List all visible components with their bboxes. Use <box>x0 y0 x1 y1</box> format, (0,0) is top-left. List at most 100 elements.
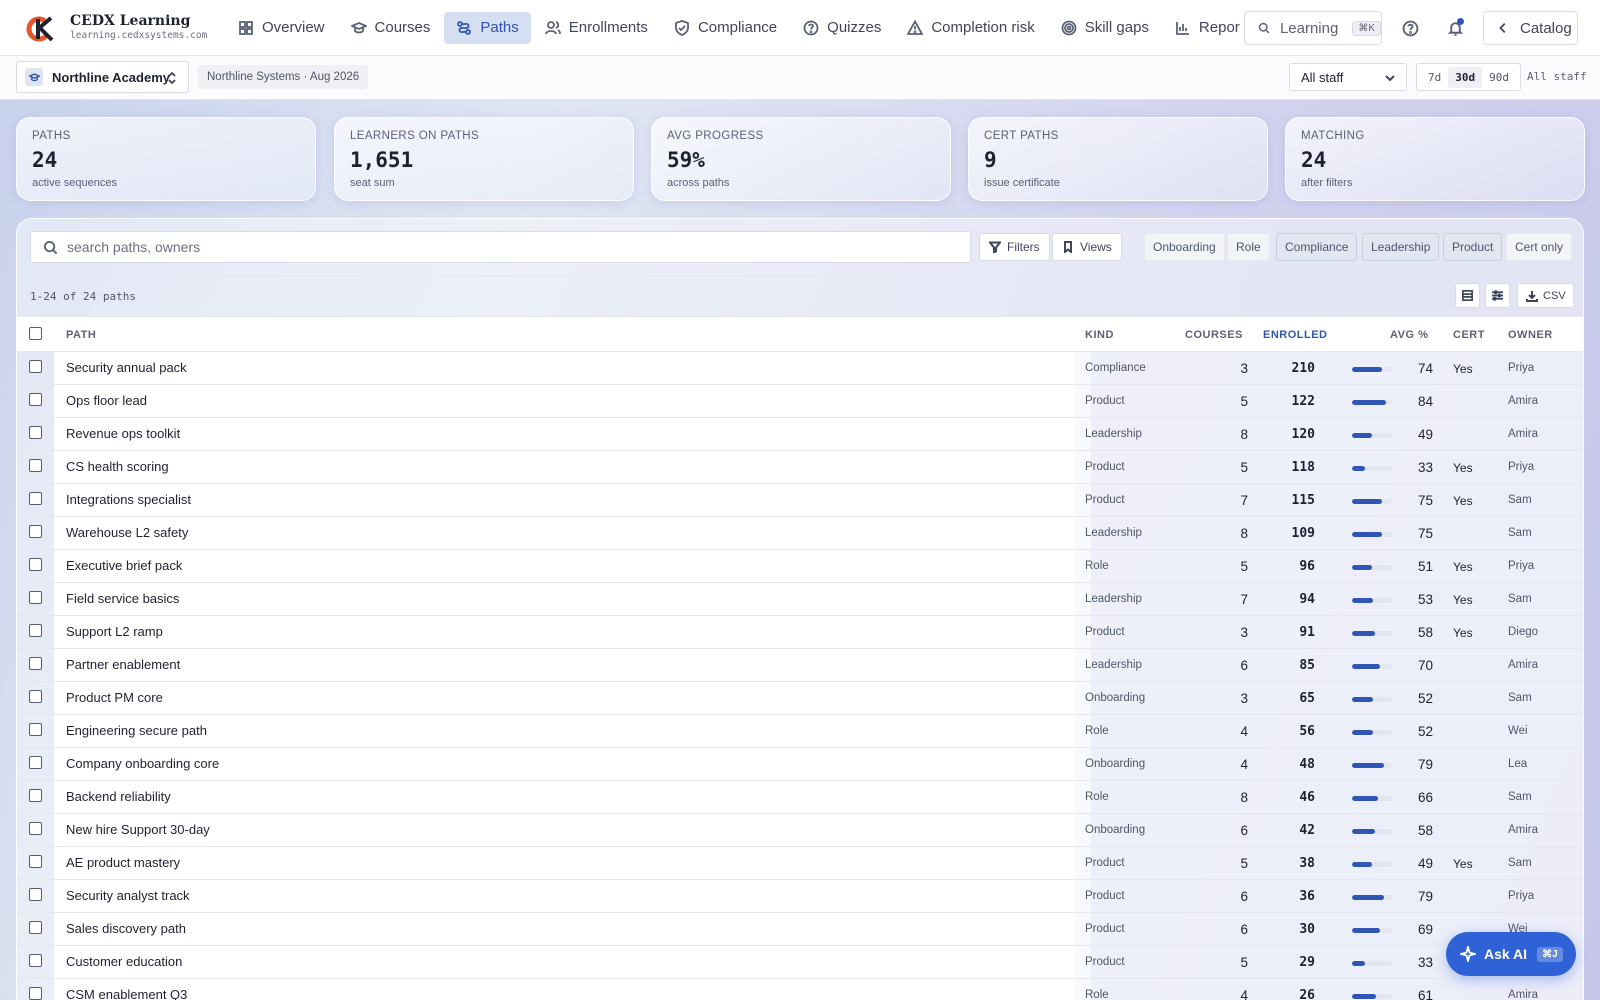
row-checkbox[interactable] <box>29 723 42 736</box>
nav-completion-risk[interactable]: Completion risk <box>895 12 1046 44</box>
row-checkbox[interactable] <box>29 789 42 802</box>
chip-compliance[interactable]: Compliance <box>1276 233 1358 261</box>
views-button[interactable]: Views <box>1052 233 1122 261</box>
path-name[interactable]: Partner enablement <box>66 657 180 672</box>
col-enrolled[interactable]: ENROLLED <box>1263 329 1328 341</box>
chip-leadership[interactable]: Leadership <box>1362 233 1440 261</box>
table-row[interactable]: Security analyst track Product 6 36 79 Priya <box>17 880 1583 913</box>
path-name[interactable]: Warehouse L2 safety <box>66 525 188 540</box>
table-row[interactable]: CS health scoring Product 5 118 33 Yes Priya <box>17 451 1583 484</box>
nav-enrollments[interactable]: Enrollments <box>533 12 660 44</box>
table-row[interactable]: Product PM core Onboarding 3 65 52 Sam <box>17 682 1583 715</box>
row-checkbox[interactable] <box>29 987 42 1000</box>
path-name[interactable]: Support L2 ramp <box>66 624 163 639</box>
chip-onboarding[interactable]: Onboarding <box>1144 233 1225 261</box>
catalog-button[interactable]: Catalog <box>1483 11 1578 45</box>
row-checkbox[interactable] <box>29 360 42 373</box>
density-button[interactable] <box>1455 283 1480 308</box>
path-name[interactable]: Backend reliability <box>66 789 171 804</box>
row-checkbox[interactable] <box>29 591 42 604</box>
path-name[interactable]: Engineering secure path <box>66 723 207 738</box>
nav-reports[interactable]: Repor <box>1163 12 1252 44</box>
filters-button[interactable]: Filters <box>979 233 1050 261</box>
row-checkbox[interactable] <box>29 426 42 439</box>
help-button[interactable] <box>1396 14 1424 42</box>
nav-skill-gaps[interactable]: Skill gaps <box>1049 12 1161 44</box>
nav-quizzes[interactable]: Quizzes <box>791 12 893 44</box>
row-checkbox[interactable] <box>29 921 42 934</box>
path-name[interactable]: CSM enablement Q3 <box>66 987 187 1000</box>
table-row[interactable]: Engineering secure path Role 4 56 52 Wei <box>17 715 1583 748</box>
path-name[interactable]: Customer education <box>66 954 182 969</box>
row-checkbox[interactable] <box>29 525 42 538</box>
path-name[interactable]: Sales discovery path <box>66 921 186 936</box>
table-row[interactable]: AE product mastery Product 5 38 49 Yes Sam <box>17 847 1583 880</box>
table-row[interactable]: Sales discovery path Product 6 30 69 Wei <box>17 913 1583 946</box>
path-name[interactable]: Product PM core <box>66 690 163 705</box>
nav-overview[interactable]: Overview <box>226 12 337 44</box>
table-row[interactable]: Ops floor lead Product 5 122 84 Amira <box>17 385 1583 418</box>
path-search-input[interactable]: search paths, owners <box>30 231 971 263</box>
path-name[interactable]: Ops floor lead <box>66 393 147 408</box>
table-row[interactable]: Customer education Product 5 29 33 <box>17 946 1583 979</box>
range-30d[interactable]: 30d <box>1448 66 1483 88</box>
path-name[interactable]: New hire Support 30-day <box>66 822 210 837</box>
row-checkbox[interactable] <box>29 624 42 637</box>
col-cert[interactable]: CERT <box>1453 329 1485 341</box>
col-owner[interactable]: OWNER <box>1508 329 1553 341</box>
path-name[interactable]: Company onboarding core <box>66 756 219 771</box>
chip-product[interactable]: Product <box>1443 233 1503 261</box>
nav-compliance[interactable]: Compliance <box>662 12 789 44</box>
notifications-button[interactable] <box>1441 14 1469 42</box>
row-checkbox[interactable] <box>29 954 42 967</box>
table-row[interactable]: Backend reliability Role 8 46 66 Sam <box>17 781 1583 814</box>
col-path[interactable]: PATH <box>66 329 96 341</box>
row-checkbox[interactable] <box>29 657 42 670</box>
columns-settings-button[interactable] <box>1485 283 1510 308</box>
row-checkbox[interactable] <box>29 459 42 472</box>
range-90d[interactable]: 90d <box>1482 67 1516 88</box>
row-checkbox[interactable] <box>29 822 42 835</box>
table-row[interactable]: Support L2 ramp Product 3 91 58 Yes Diego <box>17 616 1583 649</box>
table-row[interactable]: Revenue ops toolkit Leadership 8 120 49 Amira <box>17 418 1583 451</box>
row-checkbox[interactable] <box>29 888 42 901</box>
table-row[interactable]: Executive brief pack Role 5 96 51 Yes Priya <box>17 550 1583 583</box>
path-name[interactable]: Field service basics <box>66 591 179 606</box>
col-courses[interactable]: COURSES <box>1185 329 1243 341</box>
table-row[interactable]: Security annual pack Compliance 3 210 74 Yes P… <box>17 352 1583 385</box>
brand[interactable]: CEDX Learning learning.cedxsystems.com <box>0 0 226 56</box>
table-row[interactable]: CSM enablement Q3 Role 4 26 61 Amira <box>17 979 1583 1000</box>
ask-ai-button[interactable]: Ask AI ⌘J <box>1446 932 1576 976</box>
row-checkbox[interactable] <box>29 558 42 571</box>
path-name[interactable]: AE product mastery <box>66 855 180 870</box>
nav-paths[interactable]: Paths <box>444 11 531 44</box>
org-selector[interactable]: Northline Academy <box>16 61 189 93</box>
table-row[interactable]: Integrations specialist Product 7 115 75 Yes S… <box>17 484 1583 517</box>
path-name[interactable]: Security analyst track <box>66 888 190 903</box>
path-name[interactable]: Executive brief pack <box>66 558 182 573</box>
table-row[interactable]: Warehouse L2 safety Leadership 8 109 75 Sam <box>17 517 1583 550</box>
row-checkbox[interactable] <box>29 393 42 406</box>
range-7d[interactable]: 7d <box>1421 67 1448 88</box>
col-avg[interactable]: AVG % <box>1390 329 1428 341</box>
path-name[interactable]: CS health scoring <box>66 459 169 474</box>
csv-export-button[interactable]: CSV <box>1517 283 1574 308</box>
table-row[interactable]: New hire Support 30-day Onboarding 6 42 58 Am… <box>17 814 1583 847</box>
global-search-button[interactable]: Learning ⌘K <box>1244 11 1382 45</box>
path-name[interactable]: Integrations specialist <box>66 492 191 507</box>
table-row[interactable]: Company onboarding core Onboarding 4 48 79 Le… <box>17 748 1583 781</box>
chip-cert-only[interactable]: Cert only <box>1506 233 1573 261</box>
col-kind[interactable]: KIND <box>1085 329 1114 341</box>
select-all-checkbox[interactable] <box>29 327 42 340</box>
row-checkbox[interactable] <box>29 756 42 769</box>
path-name[interactable]: Revenue ops toolkit <box>66 426 180 441</box>
row-checkbox[interactable] <box>29 690 42 703</box>
row-checkbox[interactable] <box>29 492 42 505</box>
table-row[interactable]: Partner enablement Leadership 6 85 70 Amira <box>17 649 1583 682</box>
nav-courses[interactable]: Courses <box>339 12 443 44</box>
chip-role[interactable]: Role <box>1227 233 1270 261</box>
staff-filter-select[interactable]: All staff <box>1289 63 1407 91</box>
path-name[interactable]: Security annual pack <box>66 360 187 375</box>
table-row[interactable]: Field service basics Leadership 7 94 53 Yes Sa… <box>17 583 1583 616</box>
row-checkbox[interactable] <box>29 855 42 868</box>
